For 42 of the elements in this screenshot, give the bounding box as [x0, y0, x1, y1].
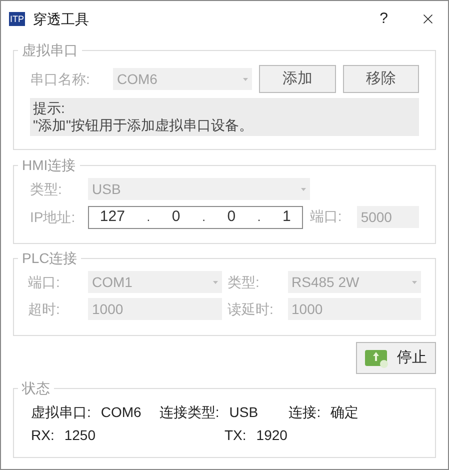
status-value: 1250 [64, 426, 96, 445]
status-label: TX: [224, 426, 246, 445]
ip-separator: . [202, 209, 206, 226]
group-title: PLC连接 [18, 248, 82, 268]
help-button[interactable]: ? [380, 8, 388, 30]
status-value: USB [229, 403, 258, 422]
status-value: 1920 [256, 426, 288, 445]
field-label: 类型: [30, 180, 63, 198]
action-button[interactable]: 移除 [342, 65, 419, 93]
group-title: 状态 [18, 378, 54, 398]
group-title: 虚拟串口 [18, 40, 82, 60]
field-label: 端口: [310, 207, 343, 226]
status-label: 连接: [288, 403, 321, 422]
ip-octet: 1 [282, 206, 291, 227]
field-label: 读延时: [228, 300, 274, 318]
status-value: 确定 [330, 403, 359, 422]
ip-octet: 0 [172, 206, 180, 227]
caret-icon [212, 280, 218, 284]
caret-icon [412, 280, 417, 284]
status-label: RX: [31, 426, 54, 445]
field-label: 类型: [228, 272, 260, 292]
field-label: 超时: [28, 300, 61, 318]
group-title: HMI连接 [18, 155, 80, 175]
app-logo: ITP [9, 12, 26, 26]
caret-icon [301, 188, 306, 190]
ip-octet: 127 [100, 206, 125, 227]
ip-address-field[interactable]: 127 . 0 . 0 . 1 [88, 206, 303, 228]
field-label: IP地址: [30, 208, 76, 226]
hint-text: 提示: "添加"按钮用于添加虚拟串口设备。 [30, 98, 419, 136]
ip-separator: . [146, 209, 150, 226]
ip-separator: . [257, 209, 261, 226]
status-label: 连接类型: [159, 403, 220, 422]
action-button[interactable]: 添加 [259, 65, 336, 93]
stop-button[interactable]: 停止 [356, 342, 436, 374]
caret-icon [243, 78, 248, 80]
status-value: COM6 [100, 403, 142, 422]
plug-icon [365, 348, 389, 368]
field-label: 串口名称: [30, 70, 91, 88]
ip-octet: 0 [227, 206, 236, 227]
field-label: 端口: [28, 272, 61, 292]
window-title: 穿透工具 [33, 10, 90, 28]
status-label: 虚拟串口: [31, 403, 91, 422]
